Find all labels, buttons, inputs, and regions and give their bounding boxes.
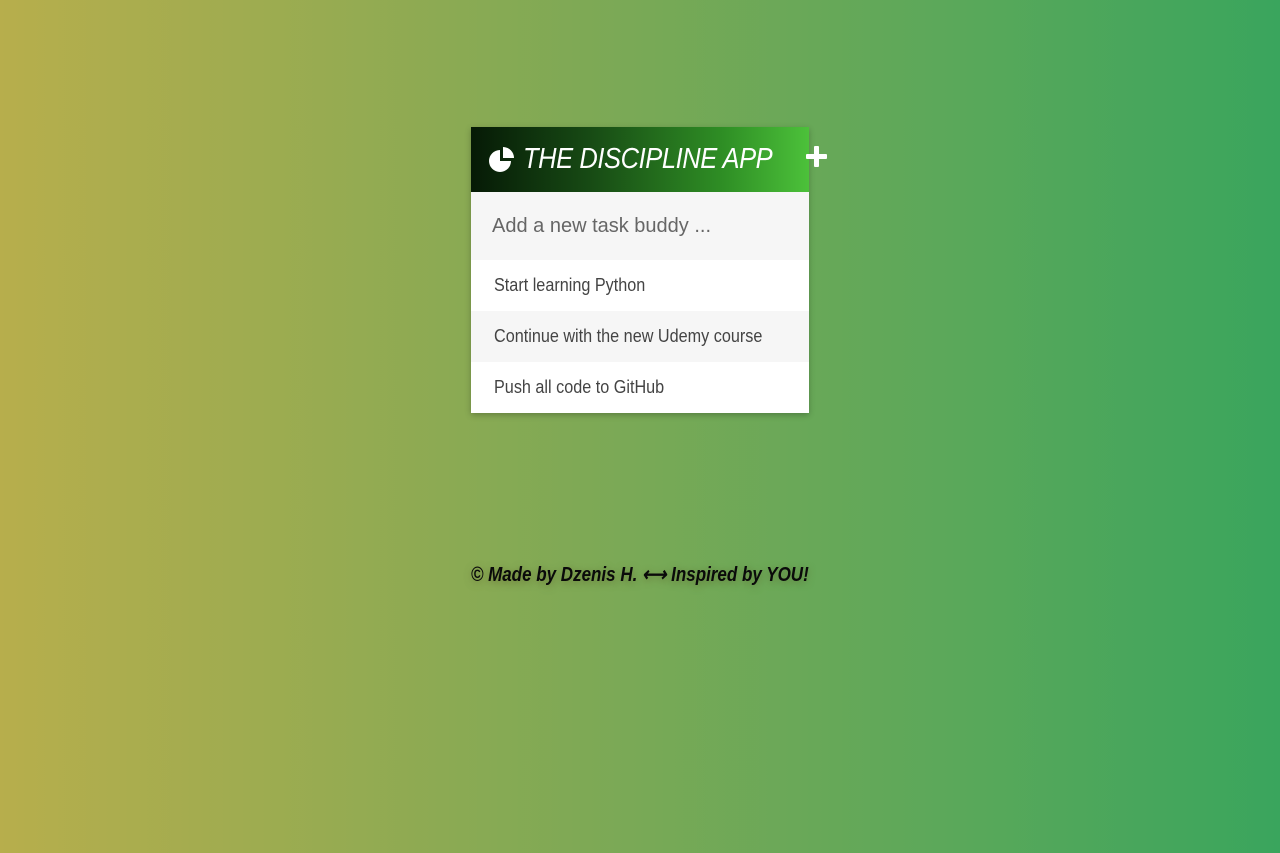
app-title: THE DISCIPLINE APP xyxy=(523,143,773,175)
new-task-input[interactable] xyxy=(471,192,809,260)
task-item[interactable]: Continue with the new Udemy course xyxy=(471,311,809,362)
task-text: Start learning Python xyxy=(494,275,646,295)
task-item[interactable]: Push all code to GitHub xyxy=(471,362,809,413)
pie-chart-icon xyxy=(489,145,515,175)
task-list: Start learning Python Continue with the … xyxy=(471,260,809,413)
task-text: Continue with the new Udemy course xyxy=(494,326,763,346)
task-text: Push all code to GitHub xyxy=(494,377,665,397)
app-header: THE DISCIPLINE APP xyxy=(471,127,828,192)
footer-text: © Made by Dzenis H. ⟷ Inspired by YOU! xyxy=(471,564,809,586)
task-item[interactable]: Start learning Python xyxy=(471,260,809,311)
footer-credit: © Made by Dzenis H. ⟷ Inspired by YOU! xyxy=(0,562,1280,587)
todo-card: THE DISCIPLINE APP Start learning Python… xyxy=(471,127,828,413)
